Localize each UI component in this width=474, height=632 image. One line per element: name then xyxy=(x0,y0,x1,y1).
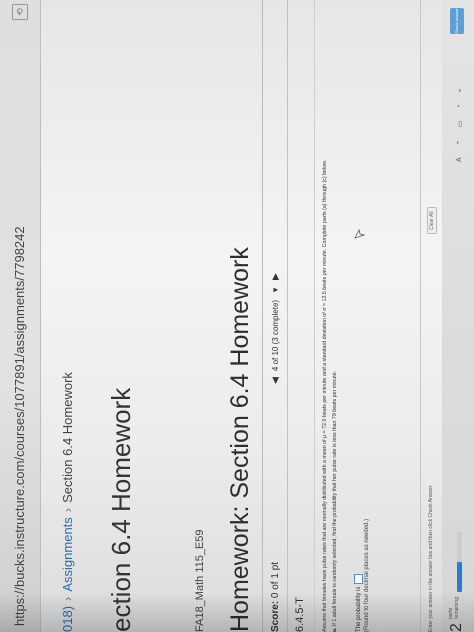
mouse-cursor-icon xyxy=(354,228,365,239)
question-navigator: ◀ 4 of 10 (3 complete) ▼ ▶ xyxy=(270,273,281,384)
wifi-icon[interactable]: ⌁ xyxy=(456,88,464,92)
score-value: 0 of 1 pt xyxy=(270,561,281,599)
breadcrumb-separator: › xyxy=(60,596,75,601)
instruction-text: Enter your answer in the answer box and … xyxy=(428,484,434,632)
divider xyxy=(420,0,421,632)
divider xyxy=(287,0,288,632)
chevron-down-icon[interactable]: ▼ xyxy=(271,286,280,294)
parts-remaining-count: 2 xyxy=(448,623,465,632)
page-title: ection 6.4 Homework xyxy=(106,387,136,632)
chevron-up-icon[interactable]: ⌃ xyxy=(456,139,464,145)
rounding-note: (Round to four decimal places as needed.… xyxy=(364,518,370,632)
course-name: FA18_Math 115_E59 xyxy=(194,529,206,632)
parts-remaining-label: parts remaining xyxy=(448,597,460,619)
previous-question-icon[interactable]: ◀ xyxy=(270,377,281,384)
answer-input[interactable] xyxy=(354,573,363,584)
answer-row: The probability is xyxy=(354,573,363,632)
font-icon[interactable]: A xyxy=(456,157,464,162)
homework-title: Homework: Section 6.4 Homework xyxy=(226,247,254,632)
part-a-question: a. If 1 adult female is randomly selecte… xyxy=(332,371,338,632)
clear-all-button[interactable]: Clear All xyxy=(427,207,437,234)
check-answer-button[interactable]: Check Answer xyxy=(450,8,464,34)
score-display: Score: 0 of 1 pt xyxy=(270,562,281,632)
breadcrumb-current: Section 6.4 Homework xyxy=(60,372,75,503)
battery-icon[interactable]: ▭ xyxy=(456,121,464,128)
extension-icon[interactable]: ⟲ xyxy=(12,4,28,20)
divider xyxy=(262,0,263,632)
breadcrumb-course[interactable]: 018) xyxy=(60,606,75,632)
breadcrumb: 018) › Assignments › Section 6.4 Homework xyxy=(60,372,75,632)
divider xyxy=(314,0,315,632)
url-text[interactable]: https://bucks.instructure.com/courses/10… xyxy=(12,226,27,626)
answer-prompt: The probability is xyxy=(355,586,362,632)
browser-address-bar[interactable]: https://bucks.instructure.com/courses/10… xyxy=(0,0,41,632)
progress-fill xyxy=(457,562,462,592)
breadcrumb-separator: › xyxy=(60,507,75,513)
parts-label-line2: remaining xyxy=(454,597,460,619)
breadcrumb-assignments[interactable]: Assignments xyxy=(60,517,75,591)
system-tray: A ⌃ ▭ ◔ ⌁ xyxy=(456,88,464,162)
part-a-text: If 1 adult female is randomly selected, … xyxy=(332,370,338,627)
score-label: Score: xyxy=(270,600,281,632)
browser-screen: https://bucks.instructure.com/courses/10… xyxy=(0,0,474,632)
volume-icon[interactable]: ◔ xyxy=(456,105,464,109)
progress-bar xyxy=(457,532,462,592)
problem-statement: Assume that females have pulse rates tha… xyxy=(322,159,328,632)
question-status[interactable]: 4 of 10 (3 complete) xyxy=(271,300,280,371)
next-question-icon[interactable]: ▶ xyxy=(270,273,281,280)
question-id: 6.4.5-T xyxy=(294,597,306,632)
part-a-label: a. xyxy=(332,627,338,632)
